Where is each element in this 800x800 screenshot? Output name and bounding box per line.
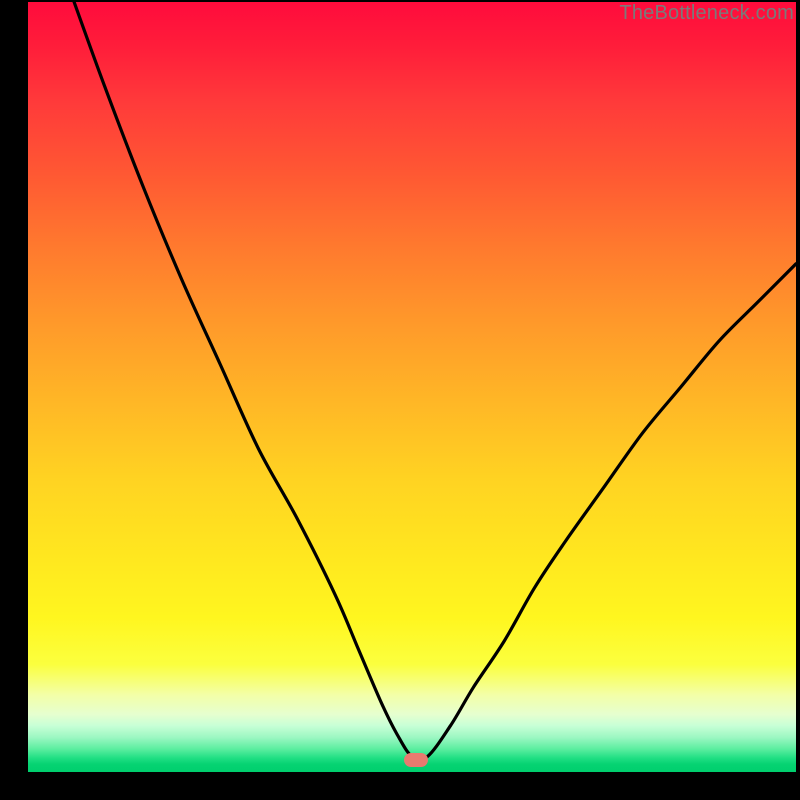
optimal-marker xyxy=(404,753,428,767)
chart-stage: TheBottleneck.com xyxy=(0,0,800,800)
bottleneck-curve xyxy=(28,2,796,772)
watermark-text: TheBottleneck.com xyxy=(619,2,794,25)
plot-area xyxy=(28,2,796,772)
